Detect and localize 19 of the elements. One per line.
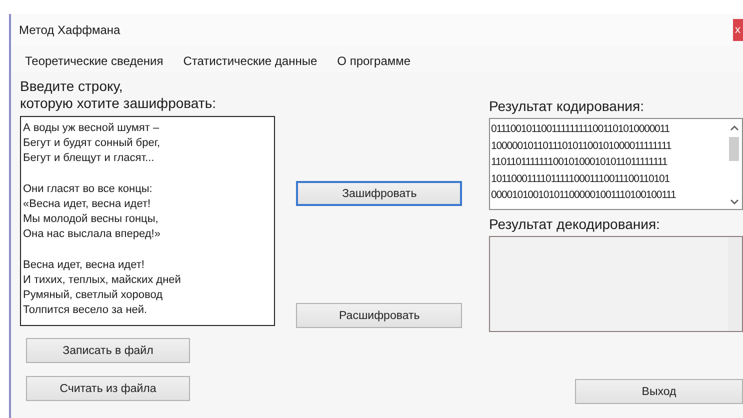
exit-button[interactable]: Выход xyxy=(575,379,743,404)
scrollbar-thumb[interactable] xyxy=(729,137,739,161)
menu-item[interactable]: Статистические данные xyxy=(183,54,318,72)
window-title: Метод Хаффмана xyxy=(19,23,120,37)
scroll-up-icon[interactable] xyxy=(730,125,738,131)
decoding-result-label: Результат декодирования: xyxy=(489,215,661,232)
menu-item[interactable]: О программе xyxy=(337,54,411,72)
encoding-result-label: Результат кодирования: xyxy=(489,97,645,114)
scroll-down-icon[interactable] xyxy=(730,199,738,205)
menu-item[interactable]: Теоретические сведения xyxy=(25,54,164,72)
input-label: Введите строку, xyxy=(20,78,124,95)
encoding-result-area[interactable]: 011100101100111111111001101010000011 100000101101110101100101000011111111 110110111111100101000101011011111111 101100011110111110001110011100110101 000010100101011000001001110100100111 xyxy=(489,118,743,210)
save-to-file-button[interactable]: Записать в файл xyxy=(26,338,190,363)
decrypt-button[interactable]: Расшифровать xyxy=(296,303,462,328)
input-text-area[interactable]: А воды уж весной шумят – Бегут и будят сонный брег, Бегут и блещут и гласят... Они гласят во все концы: «Весна идет, весна идет! Мы молодой весны гонцы, Она нас выслала вперед!» Весна идет, весна идет! И тихих, теплых, майских дней Румяный, светлый хоровод Толпится весело за ней. xyxy=(20,116,275,326)
load-from-file-button[interactable]: Считать из файла xyxy=(26,376,190,401)
close-button[interactable]: x xyxy=(733,19,743,41)
encrypt-button[interactable]: Зашифровать xyxy=(296,181,462,206)
input-label: которую хотите зашифровать: xyxy=(20,95,218,112)
